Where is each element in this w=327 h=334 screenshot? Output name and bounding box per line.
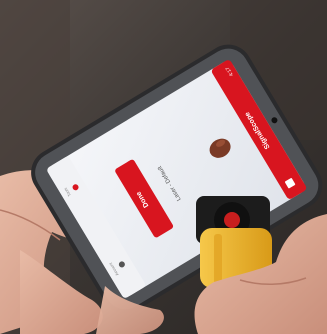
scene-svg: SignalScope 4:17 Laser - Default Done To… — [0, 0, 327, 334]
tool-grip — [214, 234, 222, 284]
photo-scene: SignalScope 4:17 Laser - Default Done To… — [0, 0, 327, 334]
tool-lens — [224, 212, 240, 228]
